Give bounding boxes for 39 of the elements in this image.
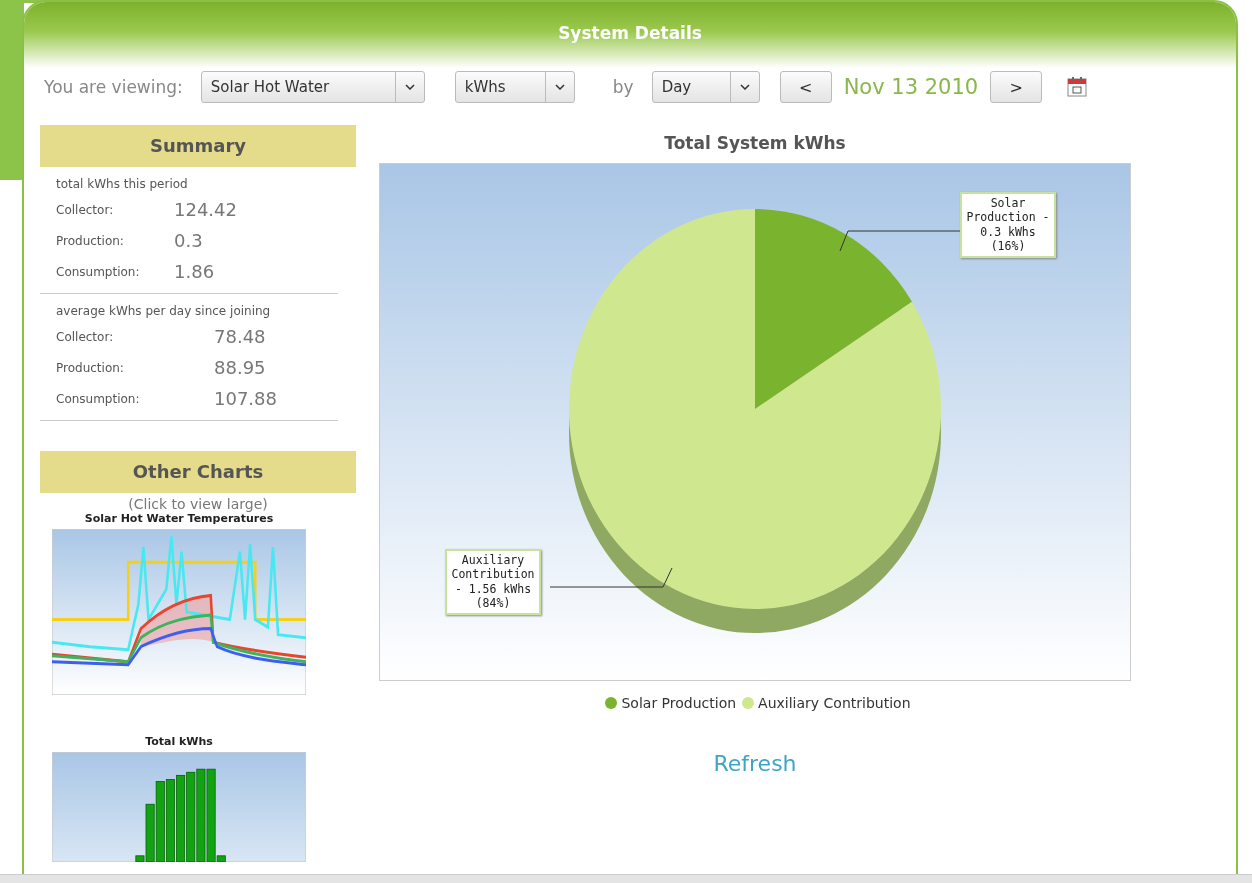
stat-value: 0.3 <box>174 230 203 251</box>
line-chart-thumbnail[interactable] <box>52 529 306 695</box>
summary-heading: Summary <box>40 125 356 167</box>
section-heading: total kWhs this period <box>56 177 189 191</box>
section-heading: average kWhs per day since joining <box>56 304 272 318</box>
other-charts-heading: Other Charts <box>40 451 356 493</box>
next-button[interactable]: > <box>990 71 1043 103</box>
data-label: Solar Production - 0.3 kWhs (16%) <box>960 192 1056 258</box>
data-label: Auxiliary Contribution - 1.56 kWhs (84%) <box>445 549 541 615</box>
stat-label: Production: <box>56 233 125 248</box>
panel-title: System Details <box>558 23 702 45</box>
stat-value: 88.95 <box>214 357 266 378</box>
stat-value: 107.88 <box>214 388 277 409</box>
caret-icon <box>554 84 565 90</box>
caret-icon <box>739 84 750 90</box>
viewing-label: You are viewing: <box>44 77 183 97</box>
legend-label: Solar Production <box>621 695 737 711</box>
stat-value: 78.48 <box>214 326 266 347</box>
stat-label: Collector: <box>56 202 115 217</box>
thumbnail-title: Solar Hot Water Temperatures <box>83 512 275 525</box>
period-dropdown[interactable]: Day <box>651 71 760 103</box>
bar-chart-thumbnail[interactable] <box>52 752 306 862</box>
stat-value: 1.86 <box>174 261 215 282</box>
hint-text: (Click to view large) <box>127 496 269 512</box>
stat-label: Collector: <box>56 329 115 344</box>
previous-button[interactable]: < <box>779 71 832 103</box>
thumbnail-title: Total kWhs <box>144 735 214 748</box>
date-text: Nov 13 2010 <box>843 75 979 99</box>
stat-label: Consumption: <box>56 391 141 406</box>
by-label: by <box>612 77 634 97</box>
system-dropdown[interactable]: Solar Hot Water <box>200 71 425 103</box>
caret-icon <box>404 84 415 90</box>
chart-title: Total System kWhs <box>664 133 846 153</box>
stat-label: Production: <box>56 360 125 375</box>
unit-dropdown[interactable]: kWhs <box>454 71 575 103</box>
calendar-icon[interactable] <box>1066 76 1089 98</box>
stat-value: 124.42 <box>174 199 237 220</box>
stat-label: Consumption: <box>56 264 141 279</box>
legend-label: Auxiliary Contribution <box>758 695 911 711</box>
